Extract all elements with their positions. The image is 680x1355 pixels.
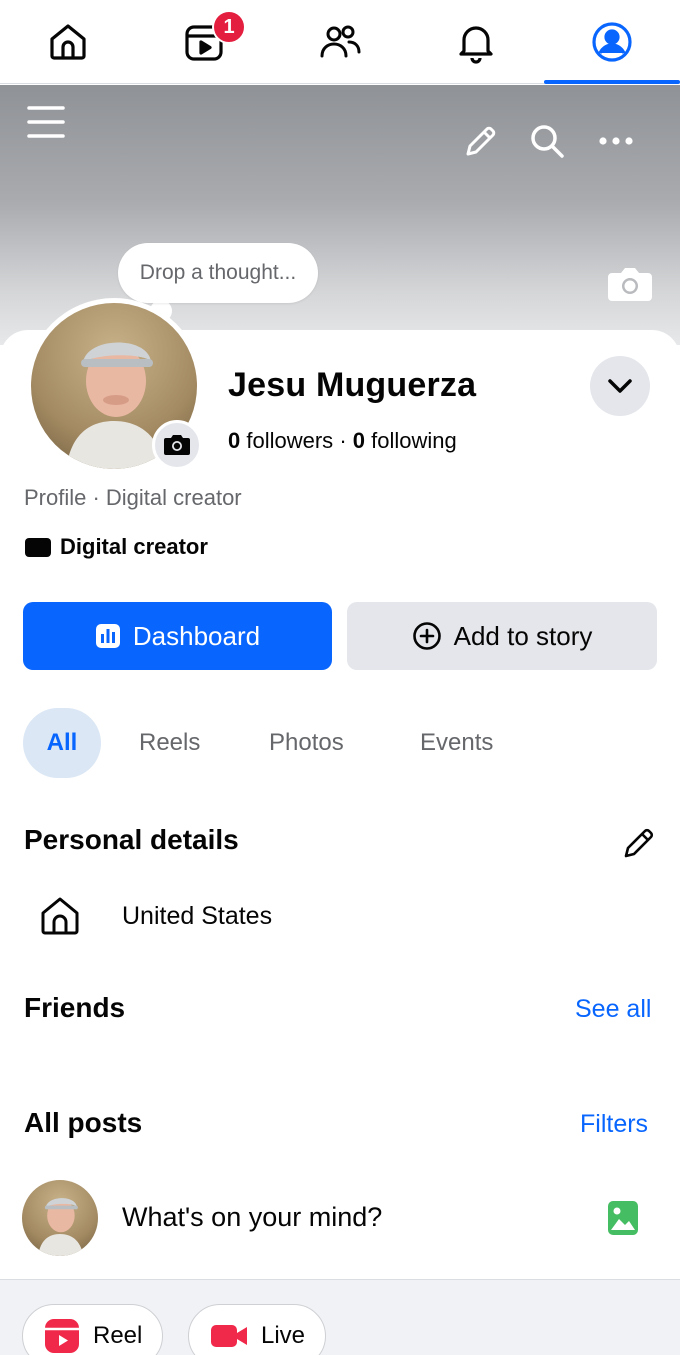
menu-icon[interactable]: [26, 104, 66, 140]
post-composer[interactable]: What's on your mind?: [0, 1178, 680, 1262]
nav-tab-home[interactable]: [0, 0, 136, 83]
top-navigation: 1: [0, 0, 680, 84]
home-icon: [50, 23, 86, 60]
chart-icon: [95, 624, 120, 648]
clapperboard-icon: [25, 538, 51, 557]
profile-tabs: All Reels Photos Events: [0, 708, 680, 778]
avatar: [22, 1180, 98, 1256]
follow-stats[interactable]: 0 followers · 0 following: [228, 428, 457, 454]
nav-tab-notifications[interactable]: [408, 0, 544, 83]
edit-icon[interactable]: [462, 124, 498, 160]
tab-events[interactable]: Events: [420, 708, 493, 778]
location-label: United States: [122, 901, 273, 930]
nav-tab-video[interactable]: 1: [136, 0, 272, 83]
tab-reels[interactable]: Reels: [139, 708, 200, 778]
all-posts-title: All posts: [24, 1107, 143, 1138]
friends-title: Friends: [24, 992, 126, 1023]
profile-name: Jesu Muguerza: [228, 366, 477, 404]
location-detail: United States: [38, 894, 272, 938]
notification-badge: 1: [212, 10, 246, 44]
category-label: Digital creator: [60, 534, 208, 559]
filters-link[interactable]: Filters: [580, 1110, 648, 1139]
stats-separator: ·: [339, 428, 347, 453]
chevron-down-icon: [608, 379, 632, 393]
nav-tab-profile[interactable]: [544, 0, 680, 84]
followers-count: 0: [228, 428, 241, 453]
reel-label: Reel: [93, 1322, 143, 1349]
more-options-icon[interactable]: [598, 134, 634, 148]
profile-dropdown-button[interactable]: [590, 356, 650, 416]
thought-placeholder: Drop a thought...: [139, 261, 297, 284]
add-to-story-button[interactable]: Add to story: [347, 602, 657, 670]
photo-icon[interactable]: [607, 1200, 639, 1236]
camera-icon: [164, 435, 190, 455]
profile-category: Digital creator: [24, 534, 208, 560]
bell-icon: [459, 25, 493, 64]
search-icon[interactable]: [528, 122, 566, 160]
followers-label: followers: [246, 428, 334, 453]
live-video-icon: [211, 1325, 247, 1347]
change-profile-picture-button[interactable]: [152, 420, 202, 470]
personal-details-title: Personal details: [24, 824, 239, 855]
plus-circle-icon: [412, 622, 441, 650]
composer-actions: Reel Live: [0, 1279, 680, 1355]
live-label: Live: [261, 1322, 306, 1349]
reel-button[interactable]: Reel: [22, 1304, 164, 1355]
home-icon: [41, 897, 79, 935]
profile-subtitle: Profile · Digital creator: [24, 485, 242, 510]
live-button[interactable]: Live: [188, 1304, 327, 1355]
see-all-friends-link[interactable]: See all: [575, 995, 651, 1024]
composer-placeholder: What's on your mind?: [122, 1202, 383, 1232]
thought-bubble[interactable]: Drop a thought...: [118, 243, 318, 303]
reel-icon: [45, 1319, 79, 1353]
dashboard-label: Dashboard: [132, 620, 261, 651]
tab-photos[interactable]: Photos: [269, 708, 344, 778]
cover-camera-icon[interactable]: [606, 264, 654, 304]
tab-all[interactable]: All: [23, 708, 101, 778]
edit-details-icon[interactable]: [622, 826, 656, 860]
dashboard-button[interactable]: Dashboard: [23, 602, 332, 670]
following-label: following: [371, 428, 457, 453]
profile-icon: [592, 21, 632, 62]
friends-icon: [320, 25, 361, 57]
nav-tab-friends[interactable]: [272, 0, 408, 83]
avatar-illustration: [38, 1198, 84, 1256]
add-to-story-label: Add to story: [453, 620, 593, 651]
following-count: 0: [352, 428, 366, 453]
